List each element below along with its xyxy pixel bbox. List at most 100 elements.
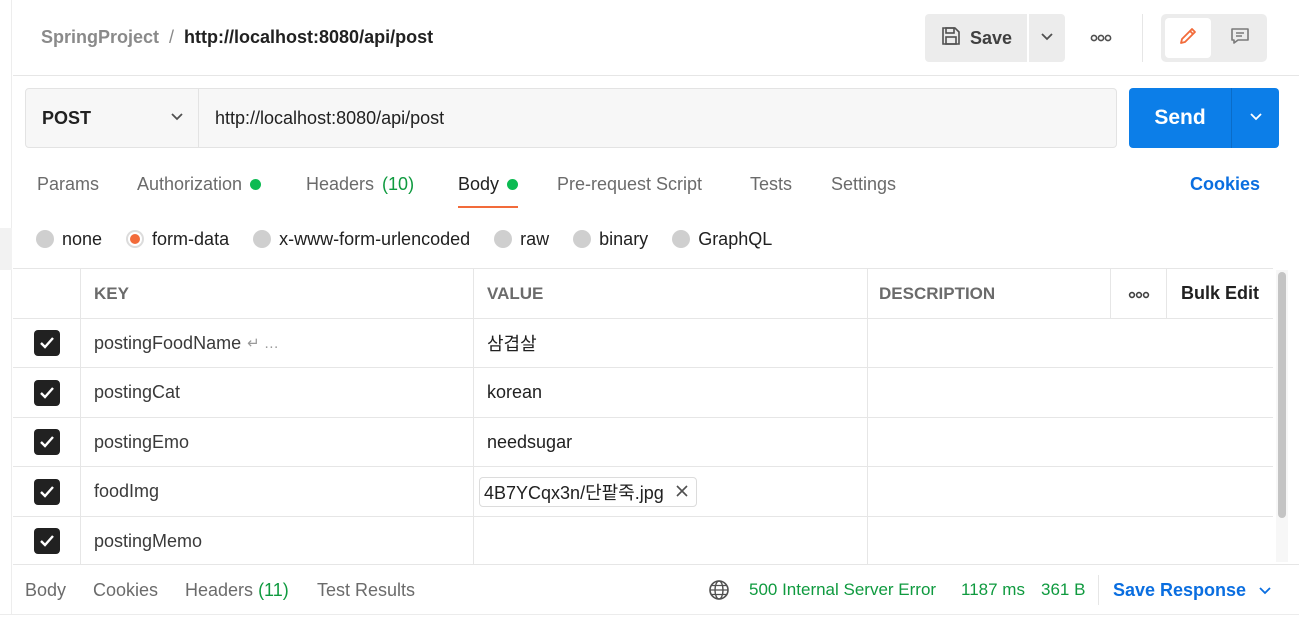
check-icon (39, 535, 54, 547)
tab-label: Headers (185, 580, 254, 600)
body-type-binary[interactable]: binary (573, 229, 648, 250)
row-key: postingCat (94, 382, 181, 402)
more-actions-button[interactable] (1083, 24, 1119, 52)
response-divider (1098, 575, 1099, 605)
tab-settings[interactable]: Settings (831, 174, 896, 208)
check-icon (39, 485, 54, 498)
body-type-raw[interactable]: raw (494, 229, 549, 250)
row-value-cell: 4B7YCqx3n/단팥죽.jpg (474, 467, 868, 516)
body-type-selector: none form-data x-www-form-urlencoded raw… (36, 228, 796, 250)
tab-body[interactable]: Body (458, 174, 519, 208)
table-row: postingFoodName ↵ … 삼겹살 (13, 319, 1273, 368)
radio-button-selected[interactable] (126, 230, 145, 248)
send-options-button[interactable] (1231, 88, 1279, 148)
header-check-cell (13, 269, 81, 318)
row-description-cell[interactable] (868, 418, 1273, 466)
form-data-table: KEY VALUE DESCRIPTION Bulk Edit postingF… (13, 268, 1273, 564)
column-options-button[interactable] (1111, 269, 1167, 318)
row-description-cell[interactable] (868, 517, 1273, 564)
table-scrollbar-thumb[interactable] (1278, 272, 1286, 518)
tab-pre-request-script[interactable]: Pre-request Script (557, 174, 702, 208)
response-tab-cookies[interactable]: Cookies (93, 580, 158, 601)
file-name: 4B7YCqx3n/단팥죽.jpg (484, 482, 664, 503)
row-check-cell (13, 517, 81, 564)
comments-button[interactable] (1217, 18, 1263, 58)
chevron-down-icon (1258, 580, 1272, 601)
method-select[interactable]: POST (25, 88, 199, 148)
row-value-cell[interactable] (474, 517, 868, 564)
row-key-cell[interactable]: postingCat (81, 368, 474, 417)
radio-label: raw (520, 228, 550, 249)
send-button[interactable]: Send (1129, 88, 1231, 148)
body-type-none[interactable]: none (36, 229, 102, 250)
tab-label: Pre-request Script (557, 174, 703, 194)
save-button[interactable]: Save (925, 14, 1027, 62)
status-bar (0, 614, 1299, 624)
breadcrumb-separator: / (169, 27, 175, 47)
response-time[interactable]: 1187 ms (961, 580, 1025, 600)
tab-label: Settings (831, 174, 897, 194)
close-icon[interactable] (676, 481, 688, 502)
row-checkbox[interactable] (33, 429, 60, 455)
radio-button[interactable] (672, 230, 691, 248)
ellipsis-icon (1090, 29, 1112, 47)
row-key-cell[interactable]: postingFoodName ↵ … (81, 319, 474, 367)
file-chip[interactable]: 4B7YCqx3n/단팥죽.jpg (479, 476, 697, 507)
body-type-graphql[interactable]: GraphQL (672, 229, 772, 250)
radio-button[interactable] (253, 230, 272, 248)
edit-mode-button[interactable] (1165, 18, 1211, 58)
radio-button[interactable] (573, 230, 592, 248)
view-toggle-group (1161, 14, 1267, 62)
cookies-link[interactable]: Cookies (1190, 174, 1260, 195)
response-status[interactable]: 500 Internal Server Error (749, 580, 936, 600)
row-checkbox[interactable] (33, 528, 60, 554)
tab-label: Body (458, 174, 500, 194)
row-description-cell[interactable] (868, 368, 1273, 417)
body-type-urlencoded[interactable]: x-www-form-urlencoded (253, 229, 470, 250)
tab-params[interactable]: Params (37, 174, 99, 208)
table-row: foodImg 4B7YCqx3n/단팥죽.jpg (13, 467, 1273, 517)
save-response-button[interactable]: Save Response (1113, 580, 1272, 601)
row-key-cell[interactable]: foodImg (81, 467, 474, 516)
tab-count: (10) (382, 174, 415, 194)
row-checkbox[interactable] (33, 478, 60, 505)
header-value: VALUE (474, 269, 868, 318)
row-key: postingMemo (94, 530, 203, 551)
row-value: needsugar (487, 431, 573, 452)
row-value-cell[interactable]: korean (474, 368, 868, 417)
row-value-cell[interactable]: needsugar (474, 418, 868, 466)
breadcrumb-request-name[interactable]: http://localhost:8080/api/post (184, 27, 433, 48)
row-description-cell[interactable] (868, 319, 1273, 367)
row-value-cell[interactable]: 삼겹살 (474, 319, 868, 367)
url-input[interactable] (199, 88, 1117, 148)
breadcrumb-project[interactable]: SpringProject (41, 27, 159, 48)
save-options-button[interactable] (1029, 14, 1065, 62)
radio-button[interactable] (36, 230, 54, 248)
body-type-form-data[interactable]: form-data (126, 229, 229, 250)
row-description-cell[interactable] (868, 467, 1273, 516)
row-checkbox[interactable] (33, 379, 60, 406)
status-dot (507, 179, 519, 190)
send-label: Send (1154, 106, 1206, 129)
save-label: Save (969, 27, 1013, 48)
response-tab-body[interactable]: Body (25, 580, 66, 601)
response-tab-headers[interactable]: Headers (11) (185, 580, 289, 601)
postman-app: SpringProject / http://localhost:8080/ap… (0, 0, 1299, 624)
tab-tests[interactable]: Tests (750, 174, 792, 208)
table-header-row: KEY VALUE DESCRIPTION Bulk Edit (13, 269, 1273, 319)
bulk-edit-button[interactable]: Bulk Edit (1167, 269, 1273, 318)
response-tab-test-results[interactable]: Test Results (317, 580, 415, 601)
radio-label: form-data (152, 228, 230, 249)
radio-button[interactable] (494, 230, 513, 248)
left-panel-edge (0, 0, 12, 624)
row-key-cell[interactable]: postingMemo (81, 517, 474, 564)
response-size[interactable]: 361 B (1041, 580, 1085, 600)
comment-icon (1229, 25, 1251, 52)
row-key-suffix: ↵ … (247, 335, 279, 352)
tab-headers[interactable]: Headers (10) (306, 174, 414, 208)
tab-authorization[interactable]: Authorization (137, 174, 262, 208)
globe-icon[interactable] (707, 578, 731, 602)
radio-label: binary (599, 228, 649, 249)
row-key-cell[interactable]: postingEmo (81, 418, 474, 466)
row-checkbox[interactable] (33, 330, 60, 356)
